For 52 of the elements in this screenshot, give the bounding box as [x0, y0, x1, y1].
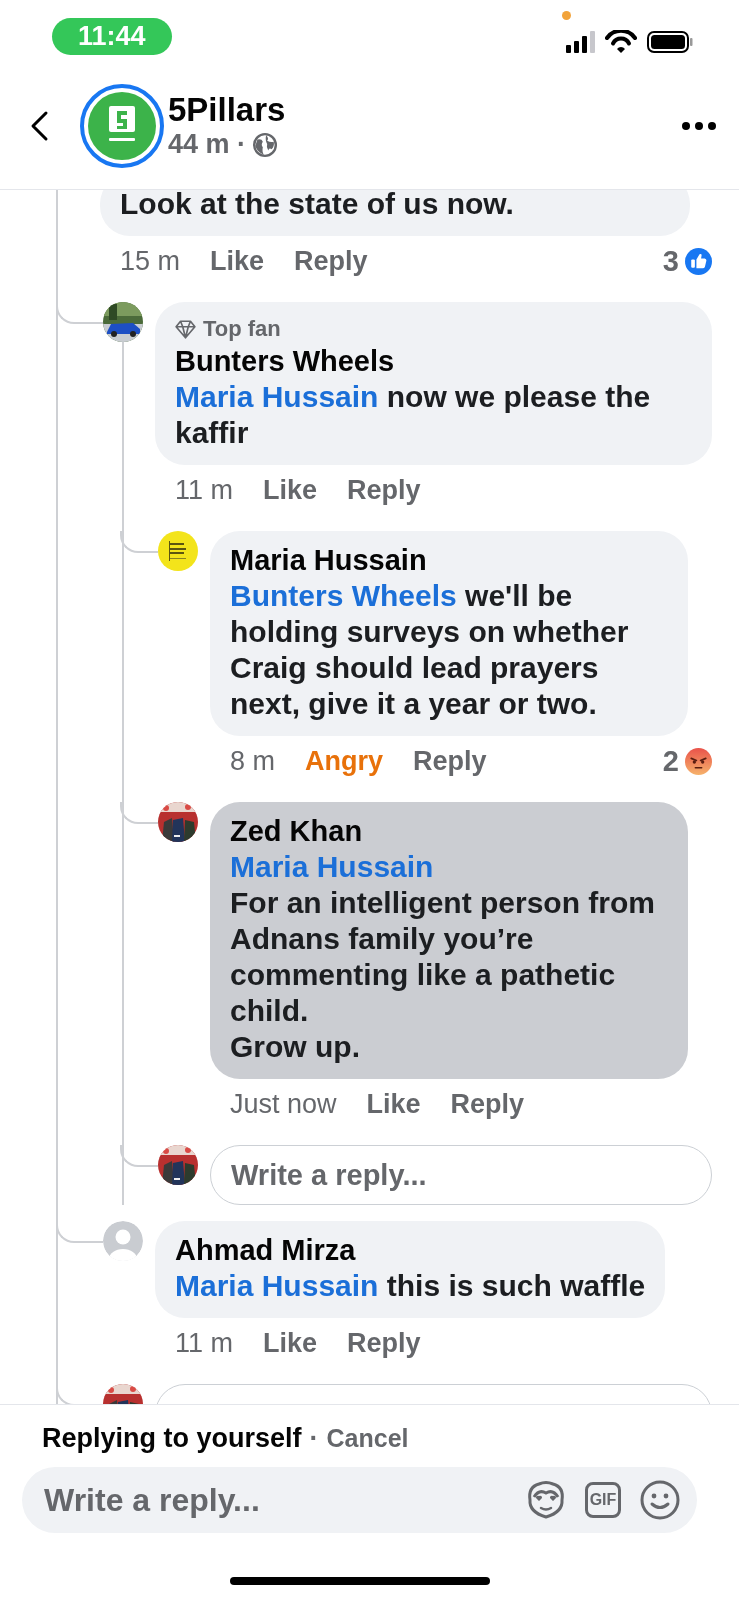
comment-time: 8 m	[230, 745, 275, 777]
comment-time: Just now	[230, 1088, 337, 1120]
mention-link[interactable]: Bunters Wheels	[230, 579, 457, 612]
comment-time: 11 m	[175, 1327, 234, 1359]
reply-button[interactable]: Reply	[450, 1088, 525, 1120]
diamond-icon	[175, 319, 196, 339]
react-button[interactable]: Like	[366, 1088, 421, 1120]
react-button[interactable]: Like	[263, 474, 318, 506]
page-logo[interactable]	[80, 83, 164, 168]
comment-text: Maria Hussain this is such waffle	[175, 1268, 646, 1304]
more-icon[interactable]	[681, 120, 717, 131]
reply-button[interactable]: Reply	[347, 474, 421, 506]
page-name[interactable]: 5Pillars	[168, 91, 681, 129]
comment-author[interactable]: Maria Hussain	[230, 543, 668, 578]
comment-author[interactable]: Ahmad Mirza	[175, 1233, 646, 1268]
react-button[interactable]: Like	[263, 1327, 318, 1359]
react-button[interactable]: Angry	[305, 745, 384, 777]
reaction-count: 3	[662, 244, 679, 278]
top-fan-label: Top fan	[203, 315, 281, 343]
replying-label: Replying to yourself	[42, 1422, 302, 1454]
reply-button[interactable]: Reply	[347, 1327, 421, 1359]
signal-icon	[566, 31, 595, 53]
comment-text: Look at the state of us now.	[120, 190, 515, 222]
comment-time: 15 m	[120, 245, 181, 277]
comment-text: Bunters Wheels we'll be holding surveys on whether Craig should lead prayers next, give it a year or two.	[230, 578, 630, 722]
sticker-icon[interactable]	[525, 1479, 567, 1521]
wifi-icon	[605, 30, 637, 54]
comment-author[interactable]: Zed Khan	[230, 814, 668, 849]
mention-link[interactable]: Maria Hussain	[230, 850, 434, 883]
reply-field[interactable]: Write a reply...	[210, 1145, 712, 1205]
like-icon	[685, 247, 712, 275]
react-button[interactable]: Like	[210, 245, 265, 277]
cancel-link[interactable]: Cancel	[326, 1423, 409, 1453]
emoji-icon[interactable]	[639, 1479, 681, 1521]
gif-button[interactable]: GIF	[585, 1482, 621, 1518]
composer-field[interactable]: Write a reply... GIF	[22, 1467, 697, 1533]
separator-dot: ·	[309, 1422, 319, 1454]
battery-icon	[647, 31, 693, 53]
globe-icon	[252, 131, 279, 158]
privacy-dot	[562, 11, 571, 20]
reaction-count: 2	[662, 744, 679, 778]
mention-link[interactable]: Maria Hussain	[175, 1269, 379, 1302]
angry-icon	[685, 747, 712, 775]
mention-link[interactable]: Maria Hussain	[175, 380, 379, 413]
comment-text: Maria Hussain now we please the kaffir	[175, 379, 652, 451]
comment-author[interactable]: Bunters Wheels	[175, 344, 692, 379]
comment-text: Maria Hussain For an intelligent person from Adnans family you’re commenting like a pathetic child. Grow up.	[230, 849, 657, 1065]
post-time: 44 m ·	[168, 129, 247, 160]
reply-button[interactable]: Reply	[413, 745, 487, 777]
clock-time: 11:44	[52, 18, 172, 55]
comment-time: 11 m	[175, 474, 234, 506]
reply-button[interactable]: Reply	[294, 245, 368, 277]
